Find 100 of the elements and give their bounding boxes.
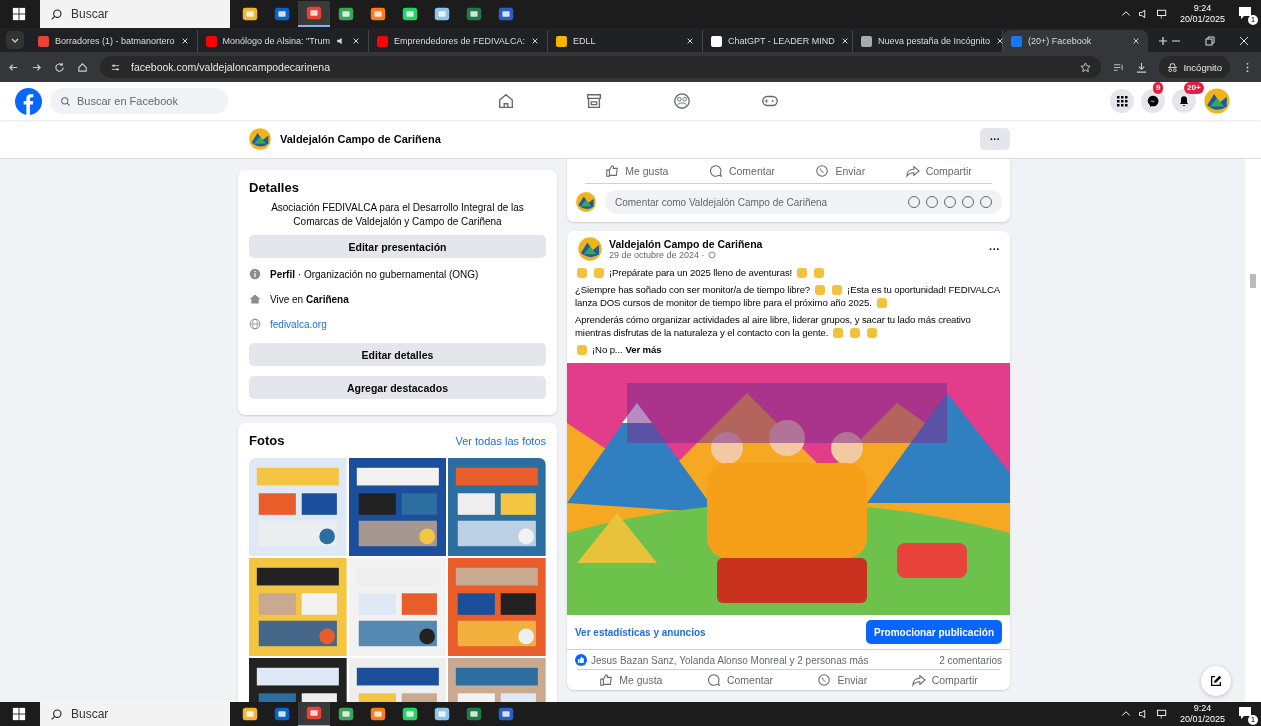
card-title: Detalles: [249, 180, 300, 195]
globe-icon: [249, 318, 261, 330]
address-field[interactable]: facebook.com/valdejaloncampodecarinena: [100, 56, 1102, 78]
notes-icon: [433, 705, 451, 723]
windows-icon[interactable]: [12, 7, 26, 21]
search-placeholder: Buscar: [71, 7, 109, 21]
spreadsheet-icon: [465, 5, 483, 23]
search-icon: [50, 707, 63, 721]
taskbar-app[interactable]: [298, 1, 330, 27]
books-icon: [337, 5, 355, 23]
tab-list-button[interactable]: [6, 31, 24, 49]
search-placeholder: Buscar: [71, 707, 109, 721]
post-action-button[interactable]: Compartir: [901, 164, 976, 178]
edit-intro-button[interactable]: Editar presentación: [249, 235, 546, 258]
see-all-photos-link[interactable]: Ver todas las fotos: [455, 434, 546, 447]
house-icon: [249, 293, 261, 305]
groups-icon[interactable]: [673, 92, 691, 110]
store-icon[interactable]: [585, 92, 603, 110]
post-text: lanza DOS cursos de monitor de tiempo libre para el próximo año 2025.: [575, 296, 872, 309]
incognito-icon: [1167, 61, 1179, 73]
post-action-button[interactable]: Compartir: [907, 673, 982, 687]
emoji-icon: [832, 284, 843, 295]
post-action-button[interactable]: Comentar: [704, 164, 779, 178]
website-link[interactable]: fedivalca.org: [270, 318, 327, 330]
notifications-button[interactable]: [1172, 89, 1196, 113]
emoji-icon: [833, 327, 844, 338]
post-date[interactable]: 29 de octubre de 2024 ·: [609, 250, 705, 260]
menu-button[interactable]: [1110, 89, 1134, 113]
clock-time[interactable]: 9:24: [1193, 703, 1212, 714]
post-action-button[interactable]: Enviar: [813, 673, 872, 687]
star-icon[interactable]: [1080, 61, 1092, 73]
browser-icon: [305, 704, 323, 722]
chat-icon: [710, 35, 722, 47]
notification-count: 1: [1248, 15, 1258, 25]
taskbar-search-field[interactable]: Buscar: [40, 0, 230, 28]
details-button[interactable]: Editar detalles: [249, 343, 546, 366]
taskbar-search-field[interactable]: Buscar: [40, 702, 230, 726]
reload-icon[interactable]: [54, 61, 65, 73]
network-icon[interactable]: [1155, 708, 1168, 720]
more-button[interactable]: ···: [989, 243, 1000, 255]
page-logo-icon: [248, 127, 272, 151]
emoji-icon: [594, 267, 604, 278]
close-icon[interactable]: [180, 37, 189, 45]
clock-date[interactable]: 20/01/2025: [1179, 14, 1225, 25]
notes-icon: [433, 5, 451, 23]
close-icon[interactable]: [685, 37, 694, 45]
facebook-logo-icon[interactable]: [15, 87, 42, 115]
page-name[interactable]: Valdejalón Campo de Cariñena: [280, 133, 441, 145]
promote-button[interactable]: Promocionar publicación: [865, 620, 1002, 644]
download-icon[interactable]: [1136, 61, 1148, 73]
home-icon[interactable]: [497, 92, 515, 110]
close-icon[interactable]: [1131, 37, 1140, 45]
grid-icon: [1116, 95, 1128, 107]
messenger-button[interactable]: [1141, 89, 1165, 113]
close-icon[interactable]: [840, 37, 849, 45]
home-icon[interactable]: [77, 61, 88, 73]
search-icon: [50, 7, 63, 21]
post-action-button[interactable]: Me gusta: [595, 673, 667, 687]
notification-badge: 20+: [1184, 82, 1204, 94]
browser-tab[interactable]: (20+) Facebook: [1002, 30, 1148, 52]
comments-count[interactable]: 2 comentarios: [939, 654, 1002, 666]
post-action-button[interactable]: Comentar: [702, 673, 777, 687]
post-action-button[interactable]: Me gusta: [601, 164, 673, 178]
incognito-button[interactable]: Incógnito: [1159, 56, 1230, 78]
chat-icon: [401, 705, 419, 723]
media-icon[interactable]: [1113, 61, 1125, 73]
details-button[interactable]: Agregar destacados: [249, 376, 546, 399]
comment-icon: [708, 164, 723, 178]
clock-date[interactable]: 20/01/2025: [1179, 714, 1225, 725]
post-author[interactable]: Valdejalón Campo de Cariñena: [609, 238, 763, 250]
close-icon[interactable]: [530, 37, 539, 45]
post-action-button[interactable]: Enviar: [811, 164, 870, 178]
notification-button[interactable]: 1: [1237, 5, 1255, 23]
notification-button[interactable]: 1: [1237, 705, 1255, 723]
comment-field[interactable]: Comentar como Valdejalón Campo de Cariñena: [605, 190, 1002, 214]
flag-icon: [555, 35, 567, 47]
see-more-link[interactable]: Ver más: [625, 343, 662, 356]
clock-time[interactable]: 9:24: [1193, 3, 1212, 14]
close-icon[interactable]: [996, 37, 1004, 45]
taskbar-app[interactable]: [298, 701, 330, 726]
close-icon[interactable]: [352, 37, 360, 45]
fox-icon: [369, 5, 387, 23]
account-button[interactable]: [1203, 87, 1231, 115]
new-message-button[interactable]: [1201, 666, 1231, 696]
reactions-text[interactable]: Jesus Bazan Sanz, Yolanda Alonso Monreal y 2 personas más: [591, 654, 869, 666]
windows-icon[interactable]: [12, 707, 26, 721]
restore-icon[interactable]: [1205, 36, 1215, 46]
info-text: Vive en Cariñena: [270, 293, 349, 305]
stats-link[interactable]: Ver estadísticas y anuncios: [575, 626, 706, 638]
tab-title: Emprendedores de FEDIVALCA:: [394, 36, 525, 46]
network-icon[interactable]: [1155, 8, 1168, 20]
spreadsheet-icon: [465, 705, 483, 723]
new-tab-icon[interactable]: [1157, 36, 1168, 46]
tab-title: (20+) Facebook: [1027, 36, 1093, 46]
emoji-icon: [814, 267, 825, 278]
close-icon[interactable]: [1239, 36, 1249, 46]
share-icon: [905, 164, 920, 178]
post-text: Aprenderás cómo organizar actividades al aire libre, liderar grupos, y sacar tu lado más creativo: [575, 313, 971, 326]
more-button[interactable]: ···: [980, 128, 1010, 150]
facebook-search-field[interactable]: Buscar en Facebook: [50, 88, 228, 114]
